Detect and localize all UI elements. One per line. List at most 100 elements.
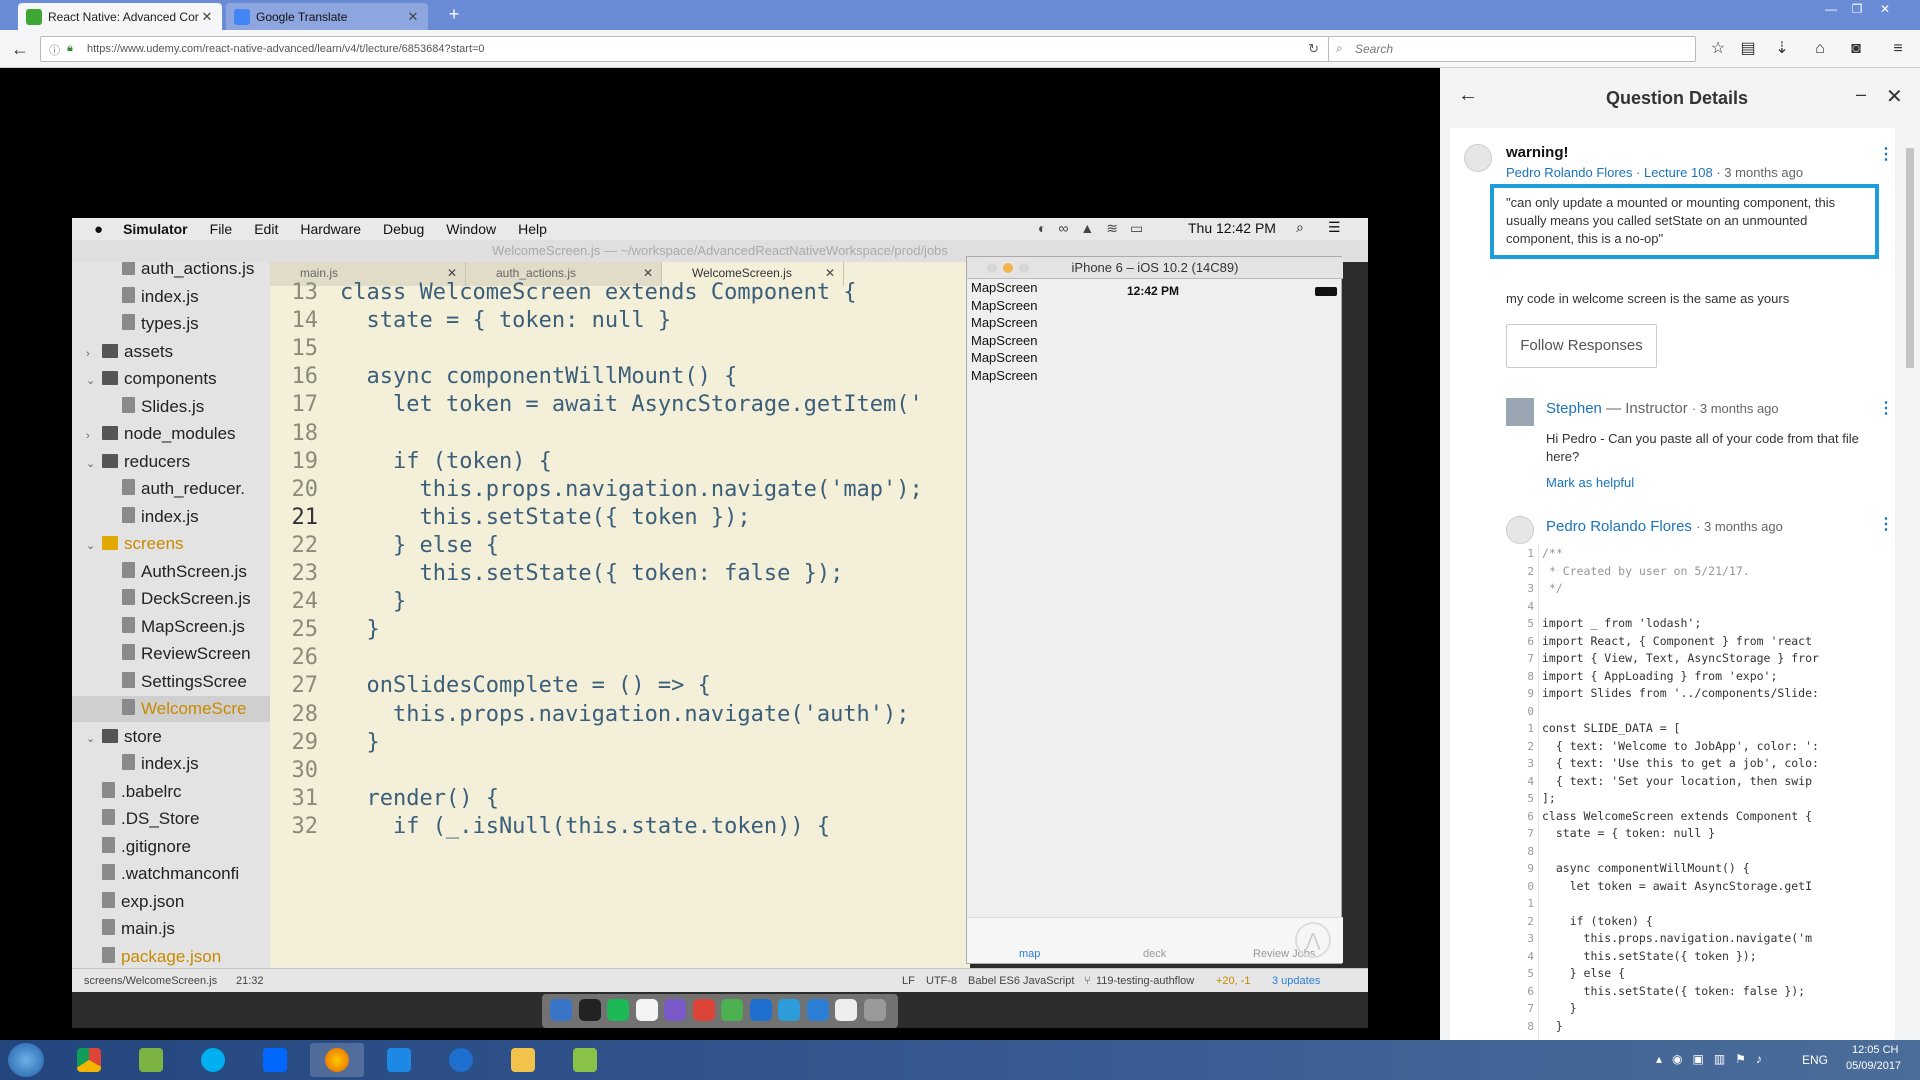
menu-file[interactable]: File bbox=[210, 221, 233, 237]
tab-google-translate[interactable]: Google Translate ✕ bbox=[226, 3, 428, 30]
tree-item[interactable]: › assets bbox=[72, 339, 270, 365]
tree-item[interactable]: index.js bbox=[72, 751, 270, 777]
tree-item[interactable]: ⌄ screens bbox=[72, 531, 270, 557]
tree-item[interactable]: main.js bbox=[72, 916, 270, 942]
minimize-panel-icon[interactable]: – bbox=[1856, 84, 1866, 105]
tree-item[interactable]: Slides.js bbox=[72, 394, 270, 420]
ios-tab-map[interactable]: map bbox=[1019, 948, 1040, 960]
back-icon[interactable]: ← bbox=[10, 39, 30, 59]
sourcetree-icon[interactable] bbox=[749, 999, 772, 1021]
status-git-branch[interactable]: 119-testing-authflow bbox=[1096, 969, 1194, 993]
notification-center-icon[interactable]: ☰ bbox=[1328, 219, 1341, 236]
close-panel-icon[interactable]: ✕ bbox=[1886, 84, 1903, 109]
tree-item[interactable]: AuthScreen.js bbox=[72, 559, 270, 585]
tree-item[interactable]: ⌄ reducers bbox=[72, 449, 270, 475]
tree-item[interactable]: auth_actions.js bbox=[72, 262, 270, 282]
menu-debug[interactable]: Debug bbox=[383, 221, 424, 237]
code-editor[interactable]: main.js ✕ auth_actions.js ✕ WelcomeScreen.… bbox=[270, 262, 970, 968]
info-icon[interactable]: ⓘ bbox=[49, 42, 60, 58]
expo-menu-icon[interactable]: ⋀ bbox=[1295, 922, 1331, 958]
window-zoom-dot[interactable] bbox=[1019, 263, 1029, 273]
chevron-right-icon[interactable]: › bbox=[86, 423, 102, 449]
minimize-window-icon[interactable]: — bbox=[1820, 2, 1842, 18]
close-icon[interactable]: ✕ bbox=[200, 9, 214, 25]
chevron-down-icon[interactable]: ⌄ bbox=[86, 533, 102, 559]
tree-item[interactable]: .gitignore bbox=[72, 834, 270, 860]
app-icon[interactable] bbox=[778, 999, 800, 1021]
tree-item[interactable]: auth_reducer. bbox=[72, 476, 270, 502]
more-options-icon[interactable]: ⋮ bbox=[1878, 398, 1894, 418]
ios-simulator[interactable]: iPhone 6 – iOS 10.2 (14C89) 12:42 PM Map… bbox=[966, 256, 1343, 964]
reply-author[interactable]: Stephen bbox=[1546, 400, 1602, 417]
more-options-icon[interactable]: ⋮ bbox=[1878, 144, 1894, 164]
reply-author[interactable]: Pedro Rolando Flores bbox=[1546, 518, 1692, 535]
tree-item[interactable]: .DS_Store bbox=[72, 806, 270, 832]
tree-item[interactable]: package.json bbox=[72, 944, 270, 969]
video-player[interactable]: ● Simulator File Edit Hardware Debug Win… bbox=[0, 68, 1440, 1040]
status-encoding[interactable]: UTF-8 bbox=[926, 969, 957, 993]
apple-icon[interactable]: ● bbox=[94, 221, 103, 238]
taskbar-notepad[interactable] bbox=[124, 1043, 178, 1077]
spotify-icon[interactable] bbox=[607, 999, 629, 1021]
menu-help[interactable]: Help bbox=[518, 221, 547, 237]
app-icon[interactable] bbox=[664, 999, 686, 1021]
terminal-icon[interactable] bbox=[578, 999, 601, 1021]
menu-icon[interactable]: ≡ bbox=[1888, 39, 1908, 59]
tree-item[interactable]: MapScreen.js bbox=[72, 614, 270, 640]
close-window-icon[interactable]: ✕ bbox=[1874, 2, 1896, 18]
restore-window-icon[interactable]: ❐ bbox=[1846, 2, 1868, 18]
more-options-icon[interactable]: ⋮ bbox=[1878, 514, 1894, 534]
app-icon[interactable] bbox=[721, 999, 743, 1021]
menu-hardware[interactable]: Hardware bbox=[300, 221, 361, 237]
new-tab-button[interactable]: + bbox=[444, 4, 464, 24]
reading-list-icon[interactable]: ▤ bbox=[1738, 39, 1758, 59]
taskbar-skype[interactable] bbox=[186, 1043, 240, 1077]
close-icon[interactable]: ✕ bbox=[825, 266, 835, 280]
close-icon[interactable]: ✕ bbox=[643, 266, 653, 280]
tree-item[interactable]: index.js bbox=[72, 284, 270, 310]
question-author[interactable]: Pedro Rolando Flores bbox=[1506, 165, 1632, 180]
taskbar-chrome[interactable] bbox=[62, 1043, 116, 1077]
tree-item[interactable]: SettingsScree bbox=[72, 669, 270, 695]
taskbar-zalo[interactable] bbox=[248, 1043, 302, 1077]
tree-item[interactable]: DeckScreen.js bbox=[72, 586, 270, 612]
taskbar-explorer[interactable] bbox=[496, 1043, 550, 1077]
chevron-down-icon[interactable]: ⌄ bbox=[86, 726, 102, 752]
tree-item[interactable]: ⌄ components bbox=[72, 366, 270, 392]
tray-icons[interactable]: ▴◉▣▥⚑♪ bbox=[1656, 1052, 1772, 1066]
ios-tab-deck[interactable]: deck bbox=[1143, 948, 1166, 960]
bookmark-star-icon[interactable]: ☆ bbox=[1708, 39, 1728, 59]
tree-item[interactable]: ⌄ store bbox=[72, 724, 270, 750]
tree-item[interactable]: exp.json bbox=[72, 889, 270, 915]
question-lecture-link[interactable]: Lecture 108 bbox=[1644, 165, 1713, 180]
pocket-icon[interactable]: ◙ bbox=[1846, 39, 1866, 59]
tree-item[interactable]: ReviewScreen bbox=[72, 641, 270, 667]
chevron-down-icon[interactable]: ⌄ bbox=[86, 451, 102, 477]
taskbar-vscode[interactable] bbox=[372, 1043, 426, 1077]
menu-simulator[interactable]: Simulator bbox=[123, 221, 188, 237]
tree-item[interactable]: › node_modules bbox=[72, 421, 270, 447]
back-arrow-icon[interactable]: ← bbox=[1458, 84, 1478, 107]
tree-item[interactable]: WelcomeScre bbox=[72, 696, 270, 722]
taskbar-firefox[interactable] bbox=[310, 1043, 364, 1077]
spotlight-icon[interactable]: ⌕ bbox=[1296, 219, 1304, 236]
emoji-icon[interactable] bbox=[635, 999, 658, 1021]
search-input[interactable]: ⌕ Search bbox=[1328, 36, 1696, 62]
tree-item[interactable]: .babelrc bbox=[72, 779, 270, 805]
taskbar-app[interactable] bbox=[558, 1043, 612, 1077]
window-close-dot[interactable] bbox=[987, 263, 997, 273]
tree-item[interactable]: .watchmanconfi bbox=[72, 861, 270, 887]
download-icon[interactable]: ⇣ bbox=[1772, 39, 1792, 59]
follow-responses-button[interactable]: Follow Responses bbox=[1506, 324, 1657, 368]
panel-scrollbar[interactable] bbox=[1904, 128, 1914, 1040]
taskbar-time[interactable]: 12:05 CH bbox=[1852, 1044, 1898, 1056]
tree-item[interactable]: index.js bbox=[72, 504, 270, 530]
taskbar-date[interactable]: 05/09/2017 bbox=[1846, 1060, 1901, 1072]
scrollbar-thumb[interactable] bbox=[1906, 148, 1914, 368]
close-icon[interactable]: ✕ bbox=[447, 266, 457, 280]
window-minimize-dot[interactable] bbox=[1003, 263, 1013, 273]
language-indicator[interactable]: ENG bbox=[1802, 1053, 1828, 1067]
chevron-right-icon[interactable]: › bbox=[86, 341, 102, 367]
start-button[interactable] bbox=[8, 1043, 44, 1077]
tab-udemy[interactable]: React Native: Advanced Cor ✕ bbox=[18, 3, 222, 30]
